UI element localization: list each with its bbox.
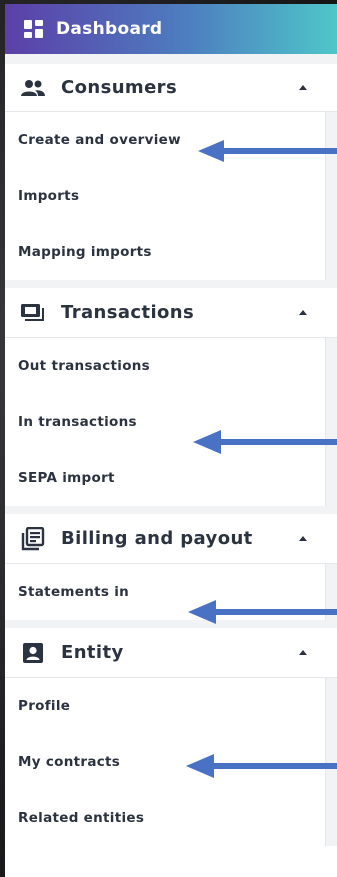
section-label: Billing and payout	[61, 528, 253, 549]
dashboard-label: Dashboard	[56, 19, 163, 39]
receipt-icon	[19, 526, 47, 551]
section-billing-and-payout[interactable]: Billing and payout	[5, 506, 337, 564]
nav-item-statements-in[interactable]: Statements in	[5, 564, 337, 620]
collapse-caret-icon[interactable]	[299, 84, 307, 90]
nav-item-out-transactions[interactable]: Out transactions	[5, 338, 337, 394]
contact-card-icon	[19, 641, 47, 665]
sidebar-nav: Dashboard Consumers Create and overview …	[5, 4, 337, 877]
transactions-items: Out transactions In transactions SEPA im…	[5, 338, 337, 506]
section-label: Transactions	[61, 302, 195, 323]
section-label: Consumers	[61, 77, 178, 98]
nav-item-create-and-overview[interactable]: Create and overview	[5, 112, 337, 168]
billing-items: Statements in	[5, 564, 337, 620]
nav-item-related-entities[interactable]: Related entities	[5, 790, 337, 846]
section-entity[interactable]: Entity	[5, 620, 337, 678]
nav-item-profile[interactable]: Profile	[5, 678, 337, 734]
entity-items: Profile My contracts Related entities	[5, 678, 337, 846]
nav-item-my-contracts[interactable]: My contracts	[5, 734, 337, 790]
section-label: Entity	[61, 642, 124, 663]
nav-item-imports[interactable]: Imports	[5, 168, 337, 224]
collapse-caret-icon[interactable]	[299, 309, 307, 315]
transactions-icon	[19, 301, 47, 325]
consumers-items: Create and overview Imports Mapping impo…	[5, 112, 337, 280]
collapse-caret-icon[interactable]	[299, 535, 307, 541]
dashboard-grid-icon	[22, 18, 44, 40]
nav-item-mapping-imports[interactable]: Mapping imports	[5, 224, 337, 280]
people-icon	[19, 76, 47, 100]
section-transactions[interactable]: Transactions	[5, 280, 337, 338]
nav-item-in-transactions[interactable]: In transactions	[5, 394, 337, 450]
collapse-caret-icon[interactable]	[299, 649, 307, 655]
dashboard-link[interactable]: Dashboard	[5, 4, 337, 54]
section-consumers[interactable]: Consumers	[5, 54, 337, 112]
nav-item-sepa-import[interactable]: SEPA import	[5, 450, 337, 506]
